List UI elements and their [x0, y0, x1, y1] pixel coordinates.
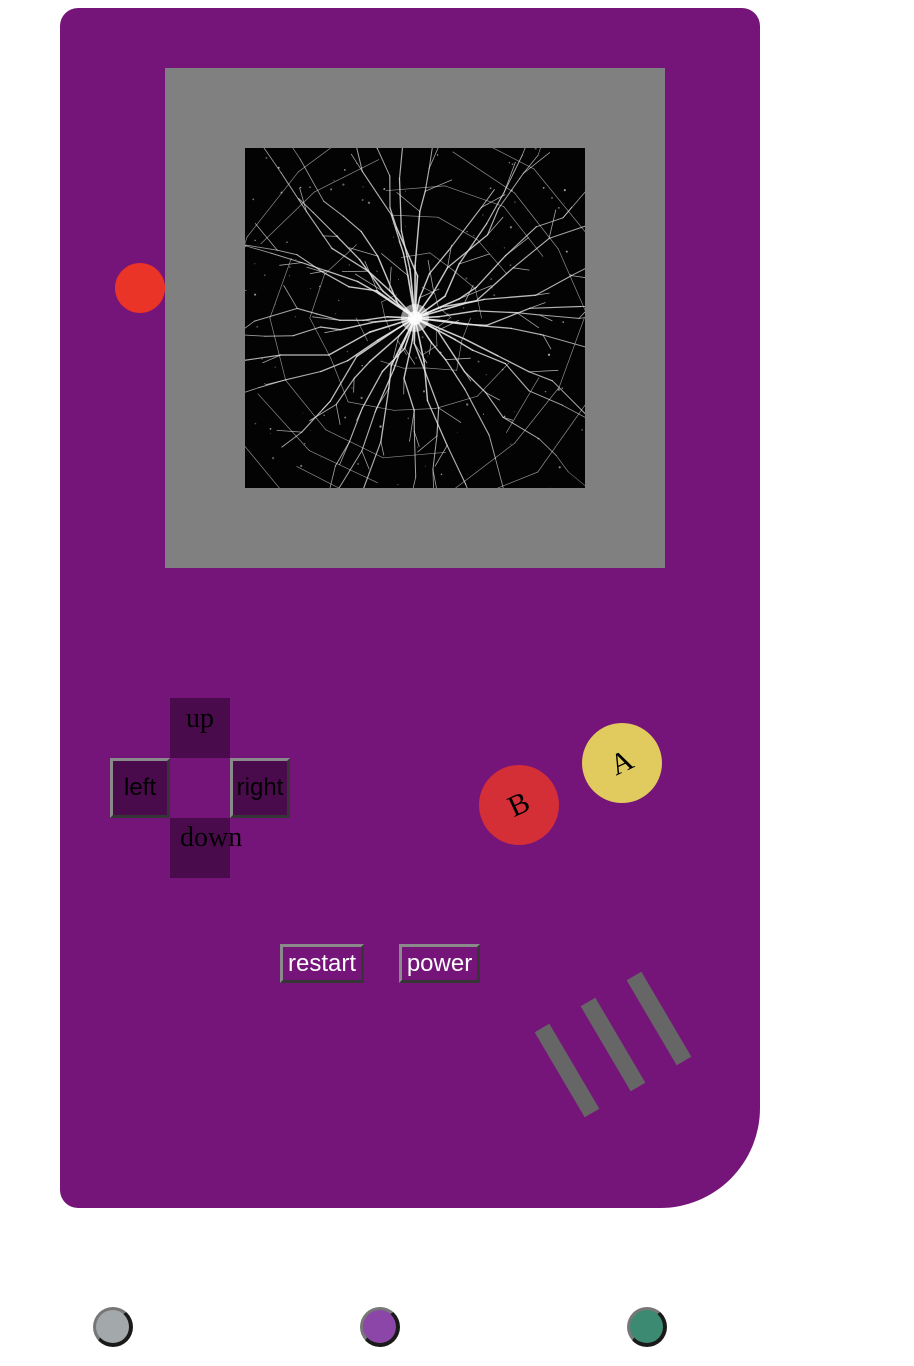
restart-button[interactable]: restart — [280, 944, 364, 983]
theme-swatch-purple[interactable] — [360, 1307, 400, 1347]
dpad-left-button[interactable]: left — [110, 758, 170, 818]
cracked-glass-image — [245, 148, 585, 488]
speaker-grille — [534, 971, 692, 1118]
b-button-label: B — [502, 785, 535, 824]
a-button-label: A — [604, 743, 639, 783]
speaker-slot — [580, 997, 646, 1092]
power-button[interactable]: power — [399, 944, 480, 983]
game-screen — [245, 148, 585, 488]
speaker-slot — [626, 971, 692, 1066]
theme-swatch-green[interactable] — [627, 1307, 667, 1347]
power-led-indicator — [115, 263, 165, 313]
dpad-right-button[interactable]: right — [230, 758, 290, 818]
dpad-down-button[interactable]: down — [170, 818, 242, 878]
screen-bezel — [165, 68, 665, 568]
a-button[interactable]: A — [582, 723, 662, 803]
gameboy-console: up left right down B A restart power — [60, 8, 760, 1208]
theme-swatch-gray[interactable] — [93, 1307, 133, 1347]
dpad-up-button[interactable]: up — [170, 698, 230, 758]
speaker-slot — [534, 1023, 600, 1118]
b-button[interactable]: B — [479, 765, 559, 845]
